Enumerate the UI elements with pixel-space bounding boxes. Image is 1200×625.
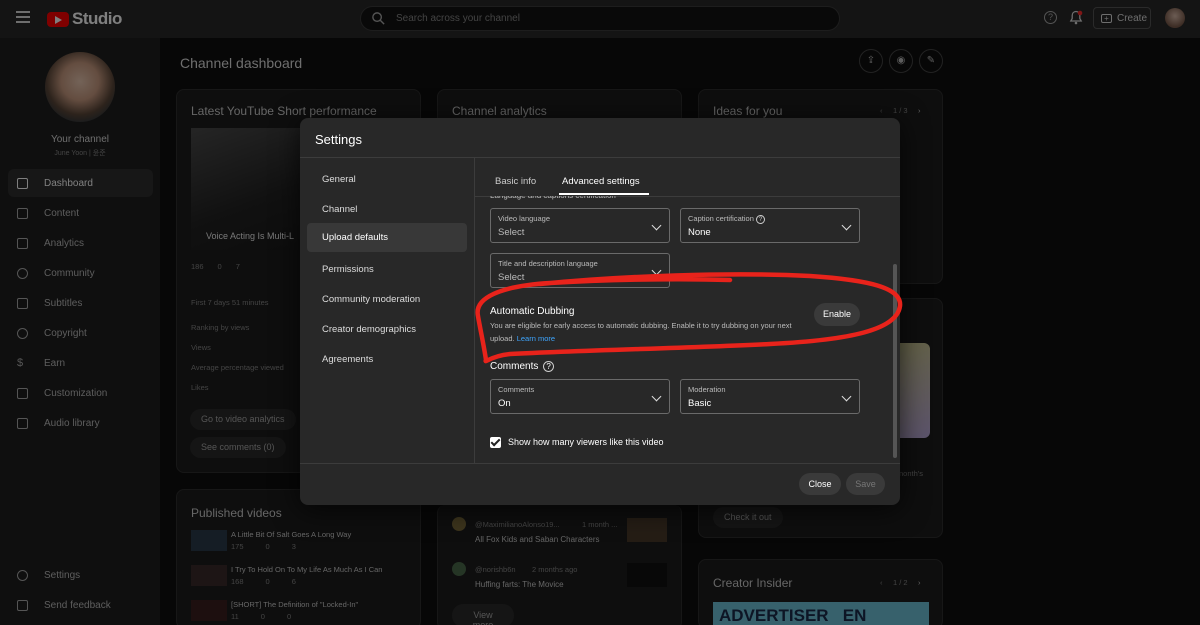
field-label: Moderation	[688, 385, 726, 394]
field-value: On	[498, 398, 511, 409]
settings-menu-community-moderation[interactable]: Community moderation	[307, 285, 467, 314]
red-marker-annotation	[475, 272, 903, 364]
comments-select[interactable]: Comments On	[490, 379, 670, 414]
field-value: None	[688, 227, 711, 238]
chevron-down-icon	[651, 391, 662, 402]
settings-menu-permissions[interactable]: Permissions	[307, 255, 467, 284]
field-value: Select	[498, 227, 525, 238]
settings-menu-creator-demographics[interactable]: Creator demographics	[307, 315, 467, 344]
field-label: Comments	[498, 385, 535, 394]
moderation-select[interactable]: Moderation Basic	[680, 379, 860, 414]
tab-advanced-settings[interactable]: Advanced settings	[562, 176, 640, 187]
divider	[300, 463, 900, 464]
active-tab-indicator	[559, 193, 649, 195]
chevron-down-icon	[841, 220, 852, 231]
tab-basic-info[interactable]: Basic info	[495, 176, 536, 187]
field-label: Title and description language	[498, 259, 598, 268]
divider	[300, 157, 900, 158]
field-label: Video language	[498, 214, 550, 223]
video-language-select[interactable]: Video language Select	[490, 208, 670, 243]
save-button[interactable]: Save	[846, 473, 885, 495]
settings-menu-general[interactable]: General	[307, 165, 467, 194]
settings-menu-agreements[interactable]: Agreements	[307, 345, 467, 374]
close-button[interactable]: Close	[799, 473, 841, 495]
settings-menu-channel[interactable]: Channel	[307, 195, 467, 224]
settings-menu-upload-defaults[interactable]: Upload defaults	[307, 223, 467, 252]
chevron-down-icon	[841, 391, 852, 402]
show-likes-checkbox[interactable]	[490, 437, 501, 448]
field-label-text: Caption certification	[688, 214, 754, 223]
help-icon[interactable]: ?	[755, 215, 765, 224]
section-heading-cutoff: Language and captions certification	[490, 196, 680, 202]
chevron-down-icon	[651, 220, 662, 231]
show-likes-label[interactable]: Show how many viewers like this video	[508, 437, 664, 447]
field-label: Caption certification?	[688, 214, 765, 224]
caption-certification-select[interactable]: Caption certification? None	[680, 208, 860, 243]
field-value: Basic	[688, 398, 712, 409]
dialog-title: Settings	[315, 132, 362, 147]
